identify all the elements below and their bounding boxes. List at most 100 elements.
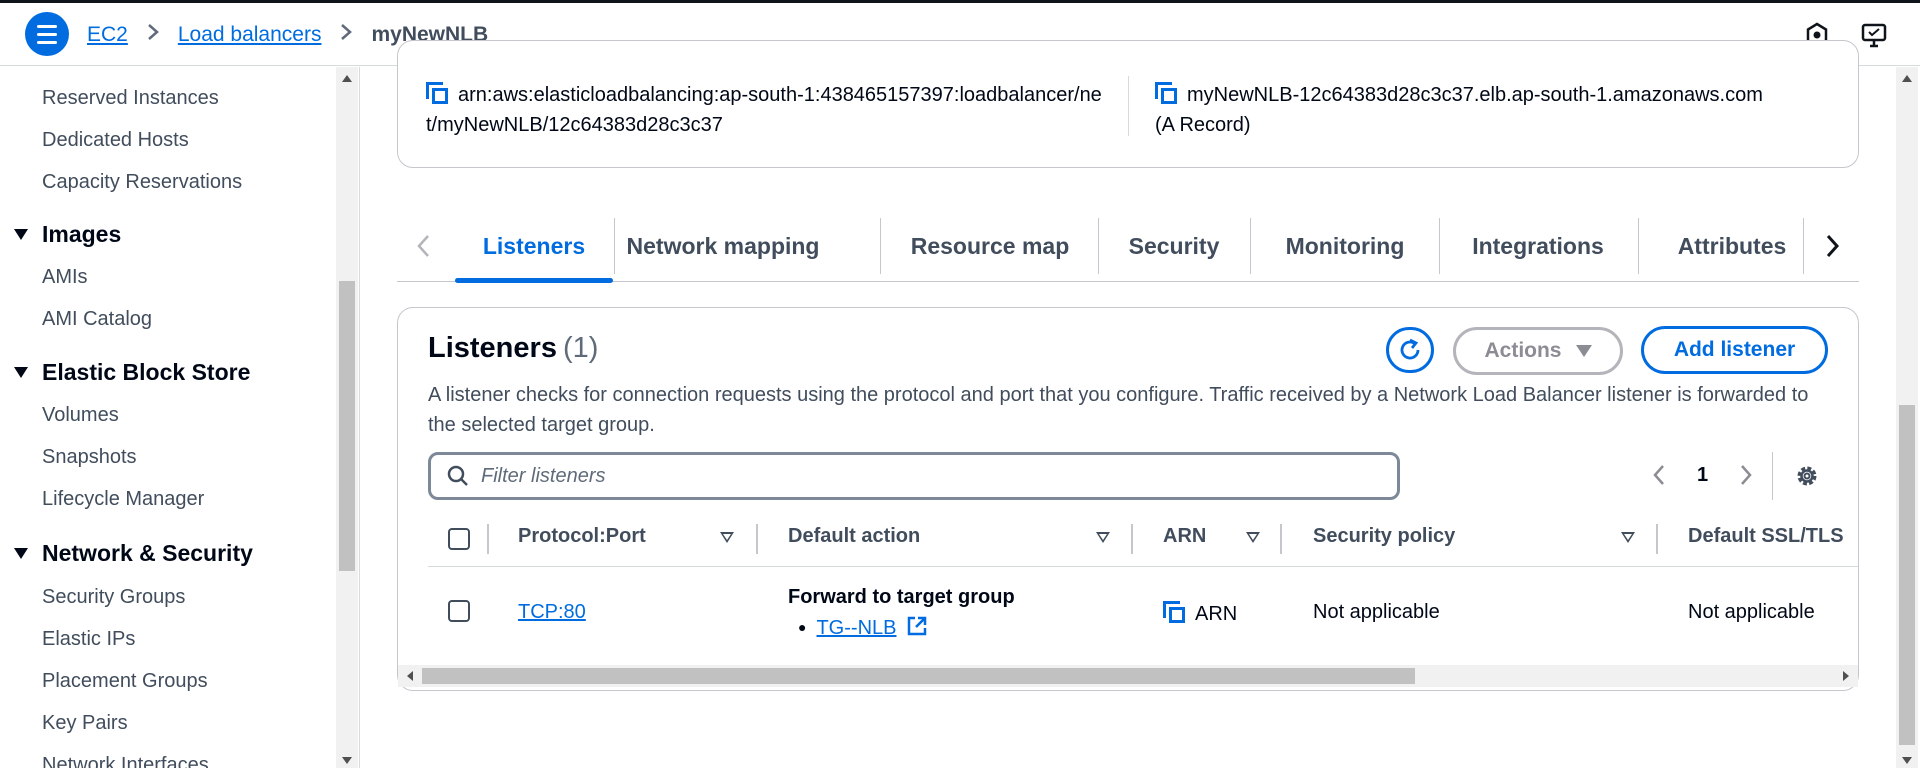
scroll-up-icon[interactable]	[342, 75, 352, 82]
actions-dropdown-button[interactable]: Actions	[1453, 327, 1623, 375]
tab-attributes[interactable]: Attributes	[1639, 210, 1825, 282]
listener-protocol-port-link[interactable]: TCP:80	[518, 601, 586, 624]
sidebar-item-volumes[interactable]: Volumes	[42, 404, 119, 427]
column-divider[interactable]	[1656, 524, 1658, 554]
add-listener-button[interactable]: Add listener	[1641, 326, 1828, 374]
section-label: Images	[42, 221, 122, 247]
scrollbar-thumb[interactable]	[422, 668, 1415, 684]
section-label: Elastic Block Store	[42, 359, 251, 385]
sidebar-item-network-interfaces[interactable]: Network Interfaces	[42, 754, 209, 768]
dns-record-note: (A Record)	[1155, 114, 1251, 136]
sidebar-item-reserved-instances[interactable]: Reserved Instances	[42, 87, 219, 110]
sidebar-item-snapshots[interactable]: Snapshots	[42, 446, 137, 469]
tab-monitoring[interactable]: Monitoring	[1251, 210, 1439, 282]
pagination-page[interactable]: 1	[1697, 464, 1708, 487]
section-label: Network & Security	[42, 540, 253, 566]
default-action-text: Forward to target group	[788, 586, 1015, 608]
tab-divider	[880, 218, 881, 274]
column-header-security-policy[interactable]: Security policy	[1313, 525, 1455, 548]
chevron-right-icon	[146, 22, 160, 48]
scroll-down-icon[interactable]	[342, 757, 352, 764]
sidebar-item-security-groups[interactable]: Security Groups	[42, 586, 185, 609]
sidebar-item-capacity-reservations[interactable]: Capacity Reservations	[42, 171, 242, 194]
column-header-arn[interactable]: ARN	[1163, 525, 1206, 548]
tab-resource-map[interactable]: Resource map	[883, 210, 1097, 282]
sidebar-item-elastic-ips[interactable]: Elastic IPs	[42, 628, 135, 651]
sidebar-item-lifecycle-manager[interactable]: Lifecycle Manager	[42, 488, 204, 511]
tabs-scroll-left-icon[interactable]	[414, 226, 434, 266]
arn-text: arn:aws:elasticloadbalancing:ap-south-1:…	[426, 84, 1102, 136]
target-group-link[interactable]: TG--NLB	[816, 617, 896, 639]
target-group-list-item: ● TG--NLB	[798, 615, 928, 640]
sidebar-scrollbar[interactable]	[336, 67, 358, 768]
row-select-checkbox[interactable]	[448, 600, 470, 622]
listeners-heading: Listeners (1)	[428, 332, 598, 365]
sidebar-item-dedicated-hosts[interactable]: Dedicated Hosts	[42, 129, 189, 152]
feedback-monitor-icon[interactable]	[1860, 21, 1888, 49]
tab-network-mapping[interactable]: Network mapping	[615, 210, 831, 282]
scroll-left-icon[interactable]	[405, 670, 415, 682]
chevron-right-icon	[339, 22, 353, 48]
refresh-button[interactable]	[1386, 327, 1434, 373]
scroll-right-icon[interactable]	[1841, 670, 1851, 682]
column-divider[interactable]	[1280, 524, 1282, 554]
menu-icon[interactable]	[25, 12, 69, 56]
sidebar-nav: Reserved Instances Dedicated Hosts Capac…	[0, 67, 360, 768]
tabs-scroll-right-icon[interactable]	[1822, 226, 1842, 266]
external-link-icon[interactable]	[906, 615, 928, 637]
sidebar-section-ebs[interactable]: Elastic Block Store	[14, 359, 250, 386]
gear-icon[interactable]	[1793, 462, 1821, 495]
column-divider[interactable]	[1131, 524, 1133, 554]
sidebar-item-placement-groups[interactable]: Placement Groups	[42, 670, 208, 693]
sort-caret-icon[interactable]	[1096, 532, 1110, 543]
caret-down-icon	[1575, 345, 1592, 357]
column-header-default-action[interactable]: Default action	[788, 525, 920, 548]
search-icon	[447, 465, 468, 486]
actions-label: Actions	[1484, 339, 1562, 362]
sidebar-item-amis[interactable]: AMIs	[42, 266, 88, 289]
scroll-down-icon[interactable]	[1902, 757, 1912, 764]
filter-listeners-field[interactable]	[428, 452, 1400, 500]
scroll-up-icon[interactable]	[1902, 75, 1912, 82]
tab-integrations[interactable]: Integrations	[1441, 210, 1635, 282]
breadcrumb-ec2[interactable]: EC2	[87, 23, 128, 47]
copy-icon[interactable]	[1163, 601, 1185, 623]
sort-caret-icon[interactable]	[720, 532, 734, 543]
sidebar-section-network-security[interactable]: Network & Security	[14, 540, 253, 567]
dns-text: myNewNLB-12c64383d28c3c37.elb.ap-south-1…	[1187, 84, 1763, 106]
tab-listeners[interactable]: Listeners	[455, 210, 613, 283]
caret-down-icon	[14, 548, 28, 559]
caret-down-icon	[14, 229, 28, 240]
sort-caret-icon[interactable]	[1246, 532, 1260, 543]
sidebar-item-ami-catalog[interactable]: AMI Catalog	[42, 308, 152, 331]
sidebar-item-key-pairs[interactable]: Key Pairs	[42, 712, 128, 735]
filter-listeners-input[interactable]	[481, 464, 1361, 488]
caret-down-icon	[14, 367, 28, 378]
refresh-icon	[1400, 338, 1420, 360]
page-scrollbar[interactable]	[1896, 67, 1918, 768]
security-policy-cell: Not applicable	[1313, 601, 1440, 623]
breadcrumb-load-balancers[interactable]: Load balancers	[178, 23, 322, 47]
arn-cell-text: ARN	[1195, 603, 1238, 625]
sidebar-section-images[interactable]: Images	[14, 221, 121, 248]
divider	[1772, 452, 1773, 500]
divider	[1128, 76, 1129, 136]
copy-icon[interactable]	[426, 82, 448, 104]
tab-security[interactable]: Security	[1099, 210, 1249, 282]
tab-divider	[1803, 218, 1804, 274]
scrollbar-thumb[interactable]	[1899, 405, 1915, 745]
column-header-protocol-port[interactable]: Protocol:Port	[518, 525, 646, 548]
pagination-prev-icon[interactable]	[1651, 462, 1667, 493]
select-all-checkbox[interactable]	[448, 528, 470, 550]
sort-caret-icon[interactable]	[1621, 532, 1635, 543]
bullet: ●	[798, 619, 807, 635]
column-divider[interactable]	[756, 524, 758, 554]
arn-cell: ARN	[1163, 601, 1237, 626]
copy-icon[interactable]	[1155, 82, 1177, 104]
column-header-default-ssl-tls[interactable]: Default SSL/TLS	[1688, 525, 1844, 548]
arn-value: arn:aws:elasticloadbalancing:ap-south-1:…	[426, 80, 1106, 140]
table-horizontal-scrollbar[interactable]	[398, 665, 1858, 687]
dns-value: myNewNLB-12c64383d28c3c37.elb.ap-south-1…	[1155, 80, 1835, 140]
scrollbar-thumb[interactable]	[339, 281, 355, 571]
pagination-next-icon[interactable]	[1738, 462, 1754, 493]
